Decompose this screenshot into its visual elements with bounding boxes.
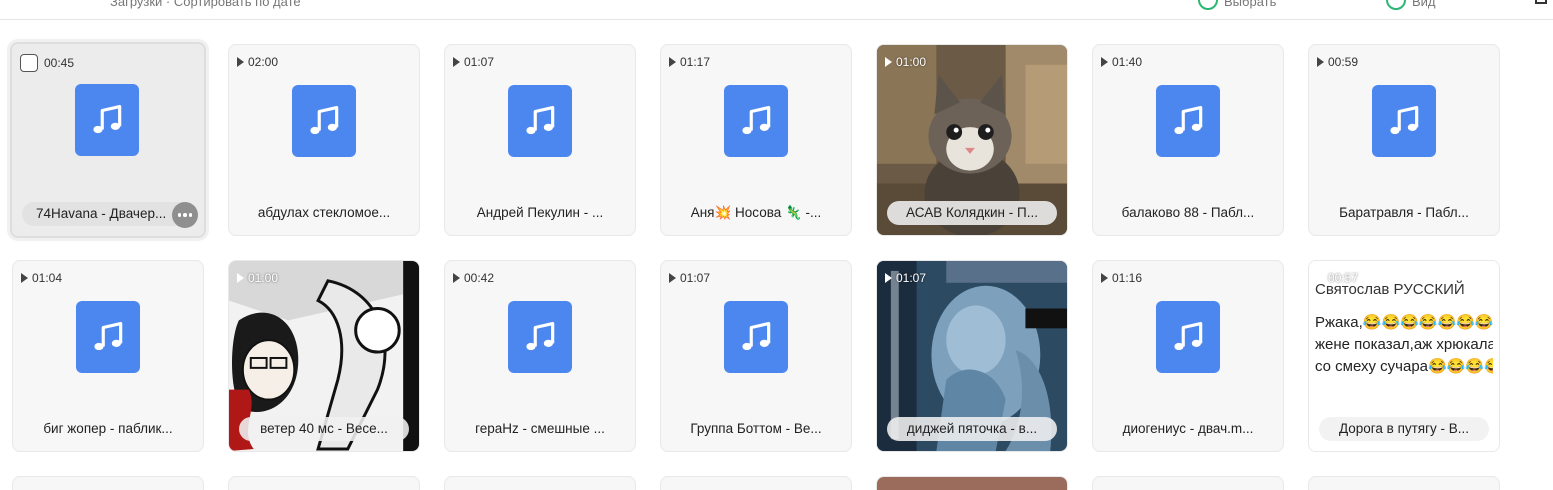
- item-title: диджей пяточка - в...: [887, 417, 1057, 441]
- toolbar-text: Загрузки · Сортировать по дате: [110, 0, 301, 9]
- play-icon: [885, 273, 892, 283]
- duration-badge: 00:57: [1317, 271, 1358, 285]
- music-note-icon: [508, 85, 572, 157]
- media-item[interactable]: 01:04 биг жопер - паблик...: [12, 260, 204, 452]
- media-grid: 00:45 74Havana - Двачер... 02:00 абдулах ст…: [10, 42, 1502, 490]
- media-item-partial[interactable]: [1308, 476, 1500, 490]
- menu-icon[interactable]: [1535, 0, 1547, 4]
- play-icon: [21, 273, 28, 283]
- media-item[interactable]: 01:07 диджей пяточка - в...: [876, 260, 1068, 452]
- music-note-icon: [292, 85, 356, 157]
- more-dots-icon[interactable]: [172, 202, 198, 228]
- media-item[interactable]: 01:17 Аня💥 Носова 🦎 -...: [660, 44, 852, 236]
- media-item-partial[interactable]: [228, 476, 420, 490]
- media-item-partial[interactable]: [444, 476, 636, 490]
- view-ring-icon[interactable]: [1386, 0, 1406, 10]
- play-icon: [453, 273, 460, 283]
- duration-badge: 01:00: [237, 271, 278, 285]
- item-title: гераHz - смешные ...: [475, 421, 605, 436]
- duration-badge: 01:40: [1101, 55, 1142, 69]
- item-title: Аня💥 Носова 🦎 -...: [690, 205, 822, 220]
- top-toolbar: Загрузки · Сортировать по дате Выбрать В…: [0, 0, 1553, 20]
- duration-text: 00:42: [464, 271, 495, 285]
- media-item[interactable]: 01:07 Группа Боттом - Ве...: [660, 260, 852, 452]
- duration-badge: 00:59: [1317, 55, 1358, 69]
- duration-text: 01:07: [680, 271, 711, 285]
- play-icon: [669, 57, 676, 67]
- duration-badge: 01:07: [669, 271, 710, 285]
- duration-text: 00:59: [1328, 55, 1359, 69]
- media-item[interactable]: Святослав РУССКИЙ Ржака,😂😂😂😂😂😂😂😂 жене пока…: [1308, 260, 1500, 452]
- play-icon: [669, 273, 676, 283]
- duration-badge: 01:04: [21, 271, 62, 285]
- duration-badge: 02:00: [237, 55, 278, 69]
- meme-text-line: со смеху сучара😂😂😂😂: [1315, 358, 1493, 375]
- duration-text: 00:45: [44, 56, 75, 70]
- duration-text: 00:57: [1328, 271, 1359, 285]
- music-note-icon: [724, 301, 788, 373]
- music-note-icon: [76, 301, 140, 373]
- play-icon: [237, 57, 244, 67]
- music-note-icon: [1156, 85, 1220, 157]
- play-icon: [1101, 273, 1108, 283]
- play-icon: [237, 273, 244, 283]
- media-item[interactable]: 01:00 АСАВ Колядкин - П...: [876, 44, 1068, 236]
- media-item[interactable]: 00:45 74Havana - Двачер...: [10, 42, 206, 238]
- item-title: 74Havana - Двачер...: [22, 202, 194, 226]
- media-item-partial[interactable]: [660, 476, 852, 490]
- checkbox-icon[interactable]: [20, 54, 38, 72]
- duration-text: 01:40: [1112, 55, 1143, 69]
- duration-badge: 01:16: [1101, 271, 1142, 285]
- duration-badge: 01:07: [453, 55, 494, 69]
- duration-text: 01:04: [32, 271, 63, 285]
- duration-text: 01:07: [464, 55, 495, 69]
- media-item-partial[interactable]: [1092, 476, 1284, 490]
- play-icon: [885, 57, 892, 67]
- item-title: диогениус - двач.m...: [1122, 421, 1254, 436]
- duration-text: 01:17: [680, 55, 711, 69]
- media-item[interactable]: 00:59 Баратравля - Пабл...: [1308, 44, 1500, 236]
- media-item[interactable]: 02:00 абдулах стекломое...: [228, 44, 420, 236]
- toolbar-view-label[interactable]: Вид: [1412, 0, 1436, 9]
- play-icon: [453, 57, 460, 67]
- play-icon: [1317, 57, 1324, 67]
- music-note-icon: [1372, 85, 1436, 157]
- duration-badge: 00:42: [453, 271, 494, 285]
- media-item[interactable]: 01:16 диогениус - двач.m...: [1092, 260, 1284, 452]
- toolbar-select-label[interactable]: Выбрать: [1224, 0, 1276, 9]
- music-note-icon: [508, 301, 572, 373]
- item-title: балаково 88 - Пабл...: [1121, 205, 1255, 220]
- item-title: Дорога в путягу - В...: [1319, 417, 1489, 441]
- item-title: Баратравля - Пабл...: [1339, 205, 1469, 220]
- item-title: биг жопер - паблик...: [43, 421, 173, 436]
- duration-text: 01:07: [896, 271, 927, 285]
- duration-text: 02:00: [248, 55, 279, 69]
- play-icon: [1101, 57, 1108, 67]
- duration-badge: 00:45: [20, 54, 74, 72]
- item-title: Андрей Пекулин - ...: [476, 205, 604, 220]
- media-item-partial[interactable]: [12, 476, 204, 490]
- media-item[interactable]: 01:07 Андрей Пекулин - ...: [444, 44, 636, 236]
- media-item[interactable]: 00:42 гераHz - смешные ...: [444, 260, 636, 452]
- item-title: Группа Боттом - Ве...: [690, 421, 822, 436]
- item-title: АСАВ Колядкин - П...: [887, 201, 1057, 225]
- media-item[interactable]: 01:00 ветер 40 мс - Весе...: [228, 260, 420, 452]
- meme-text-line: Ржака,😂😂😂😂😂😂😂😂: [1315, 314, 1493, 331]
- music-note-icon: [75, 84, 139, 156]
- duration-text: 01:00: [896, 55, 927, 69]
- music-note-icon: [1156, 301, 1220, 373]
- duration-badge: 01:17: [669, 55, 710, 69]
- duration-text: 01:00: [248, 271, 279, 285]
- duration-text: 01:16: [1112, 271, 1143, 285]
- play-icon: [1317, 273, 1324, 283]
- duration-badge: 01:00: [885, 55, 926, 69]
- item-title: абдулах стекломое...: [257, 205, 391, 220]
- media-item-partial[interactable]: [876, 476, 1068, 490]
- media-item[interactable]: 01:40 балаково 88 - Пабл...: [1092, 44, 1284, 236]
- meme-text-line: жене показал,аж хрюкала: [1315, 336, 1493, 353]
- select-ring-icon[interactable]: [1198, 0, 1218, 10]
- music-note-icon: [724, 85, 788, 157]
- item-title: ветер 40 мс - Весе...: [239, 417, 409, 441]
- duration-badge: 01:07: [885, 271, 926, 285]
